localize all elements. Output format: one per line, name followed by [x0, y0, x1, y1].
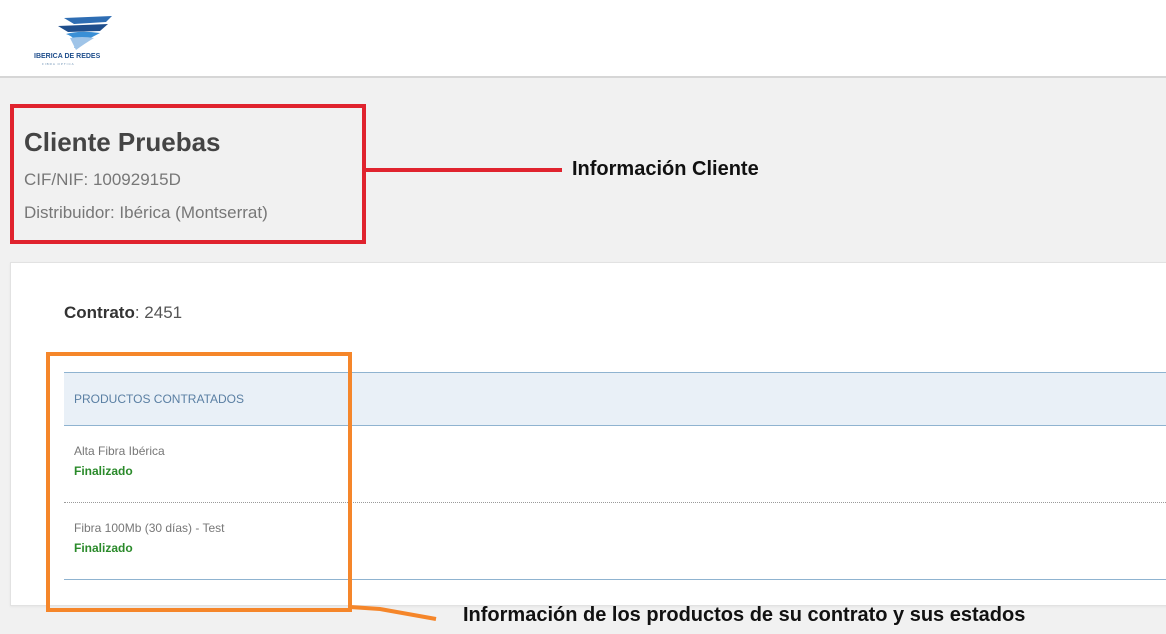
- products-annotation-line: [350, 605, 437, 621]
- products-info-highlight-frame: [46, 352, 352, 612]
- contract-separator: :: [134, 303, 145, 322]
- logo-text: IBERICA DE REDES: [34, 53, 101, 60]
- contract-label: Contrato: [64, 303, 135, 322]
- contract-info: Contrato: 2451: [64, 303, 182, 323]
- client-info-highlight-frame: [10, 104, 366, 244]
- products-annotation-text: Información de los productos de su contr…: [463, 604, 1026, 626]
- top-bar: IBERICA DE REDES FIBRA OPTICA: [0, 0, 1166, 78]
- client-annotation-line: [366, 168, 562, 172]
- logo-subtext: FIBRA OPTICA: [42, 62, 75, 66]
- contract-number: 2451: [144, 303, 183, 322]
- client-annotation-text: Información Cliente: [572, 158, 759, 180]
